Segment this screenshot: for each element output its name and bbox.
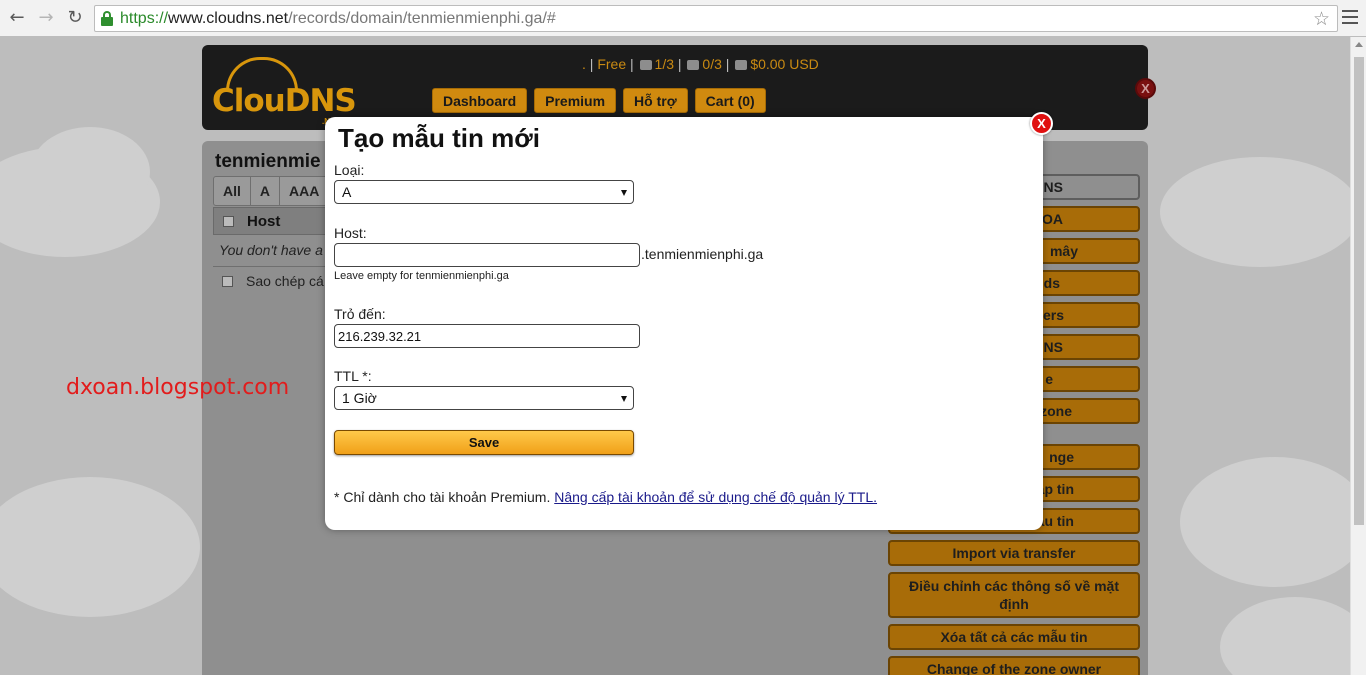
record-type-tabs: All A AAA xyxy=(213,176,330,206)
account-bar: . | Free | 1/3 | 0/3 | $0.00 USD xyxy=(582,56,819,72)
nav-support-button[interactable]: Hỗ trợ xyxy=(623,88,688,113)
side-menu-item[interactable]: Import via transfer xyxy=(888,540,1140,566)
type-label: Loại: xyxy=(334,162,365,178)
record-type-value: A xyxy=(342,184,352,200)
address-bar[interactable]: https://www.cloudns.net/records/domain/t… xyxy=(94,5,1338,32)
side-menu-item[interactable]: Change of the zone owner xyxy=(888,656,1140,675)
create-record-modal: Tạo mẫu tin mới Loại: A Host: .tenmienmi… xyxy=(325,117,1043,530)
nav-premium-button[interactable]: Premium xyxy=(534,88,617,113)
top-nav: Dashboard Premium Hỗ trợ Cart (0) xyxy=(432,88,773,113)
domains-count[interactable]: 1/3 xyxy=(655,56,674,72)
premium-note: * Chỉ dành cho tài khoản Premium. Nâng c… xyxy=(334,489,877,505)
browser-toolbar: ← → ↻ https://www.cloudns.net/records/do… xyxy=(0,0,1366,37)
domains-icon xyxy=(639,60,652,70)
modal-title: Tạo mẫu tin mới xyxy=(338,123,540,153)
tab-all[interactable]: All xyxy=(214,177,251,205)
ttl-select[interactable]: 1 Giờ xyxy=(334,386,634,410)
plan-link[interactable]: Free xyxy=(597,56,626,72)
points-to-label: Trỏ đến: xyxy=(334,306,386,322)
points-to-input[interactable] xyxy=(334,324,640,348)
empty-records-text: You don't have a xyxy=(219,242,323,258)
url-path: /records/domain/tenmienmienphi.ga/# xyxy=(288,10,556,27)
copy-label: Sao chép cá xyxy=(246,273,324,289)
domain-title: tenmienmie xyxy=(215,151,321,172)
scroll-up-icon[interactable] xyxy=(1355,42,1363,47)
back-arrow-icon[interactable]: ← xyxy=(6,7,28,29)
tab-a[interactable]: A xyxy=(251,177,281,205)
host-column-header: Host xyxy=(247,213,281,230)
copy-records-row: Sao chép cá xyxy=(213,266,333,296)
dropdown-arrow-icon xyxy=(621,396,627,402)
records-table-header: Host xyxy=(213,207,333,235)
url-text: https://www.cloudns.net/records/domain/t… xyxy=(120,10,556,28)
host-input[interactable] xyxy=(334,243,640,267)
premium-note-text: * Chỉ dành cho tài khoản Premium. xyxy=(334,489,551,505)
host-suffix: .tenmienmienphi.ga xyxy=(641,246,764,262)
cloudns-logo[interactable]: ClouDNS xyxy=(212,83,357,119)
host-label: Host: xyxy=(334,225,367,241)
tab-aaaa[interactable]: AAA xyxy=(280,177,328,205)
ttl-label: TTL *: xyxy=(334,368,372,384)
nav-cart-button[interactable]: Cart (0) xyxy=(694,88,766,113)
copy-checkbox[interactable] xyxy=(222,276,233,287)
messages-count[interactable]: 0/3 xyxy=(702,56,721,72)
wallet-icon xyxy=(735,60,748,70)
page-scrollbar[interactable] xyxy=(1350,37,1366,675)
dropdown-arrow-icon xyxy=(621,190,627,196)
host-hint: Leave empty for tenmienmienphi.ga xyxy=(334,270,509,282)
ttl-value: 1 Giờ xyxy=(342,390,377,406)
lock-icon xyxy=(101,11,113,26)
side-menu-item[interactable]: Điều chỉnh các thông số về mặt định xyxy=(888,572,1140,618)
scrollbar-thumb[interactable] xyxy=(1354,57,1364,525)
messages-icon xyxy=(687,60,700,70)
header-close-button[interactable]: X xyxy=(1135,78,1156,99)
url-host: www.cloudns.net xyxy=(168,10,289,27)
balance[interactable]: $0.00 USD xyxy=(750,56,818,72)
bookmark-star-icon[interactable]: ☆ xyxy=(1313,8,1330,30)
save-button[interactable]: Save xyxy=(334,430,634,455)
upgrade-link[interactable]: Nâng cấp tài khoản để sử dụng chế độ quả… xyxy=(554,489,877,505)
url-scheme: https:// xyxy=(120,10,169,27)
modal-close-button[interactable]: X xyxy=(1030,112,1053,135)
select-all-checkbox[interactable] xyxy=(223,216,234,227)
record-type-select[interactable]: A xyxy=(334,180,634,204)
forward-arrow-icon[interactable]: → xyxy=(35,7,57,29)
browser-menu-icon[interactable] xyxy=(1342,10,1358,26)
nav-dashboard-button[interactable]: Dashboard xyxy=(432,88,528,113)
reload-icon[interactable]: ↻ xyxy=(64,7,86,29)
side-menu-item[interactable]: Xóa tất cả các mẫu tin xyxy=(888,624,1140,650)
account-dot: . xyxy=(582,56,586,72)
watermark-text: dxoan.blogspot.com xyxy=(66,375,290,400)
